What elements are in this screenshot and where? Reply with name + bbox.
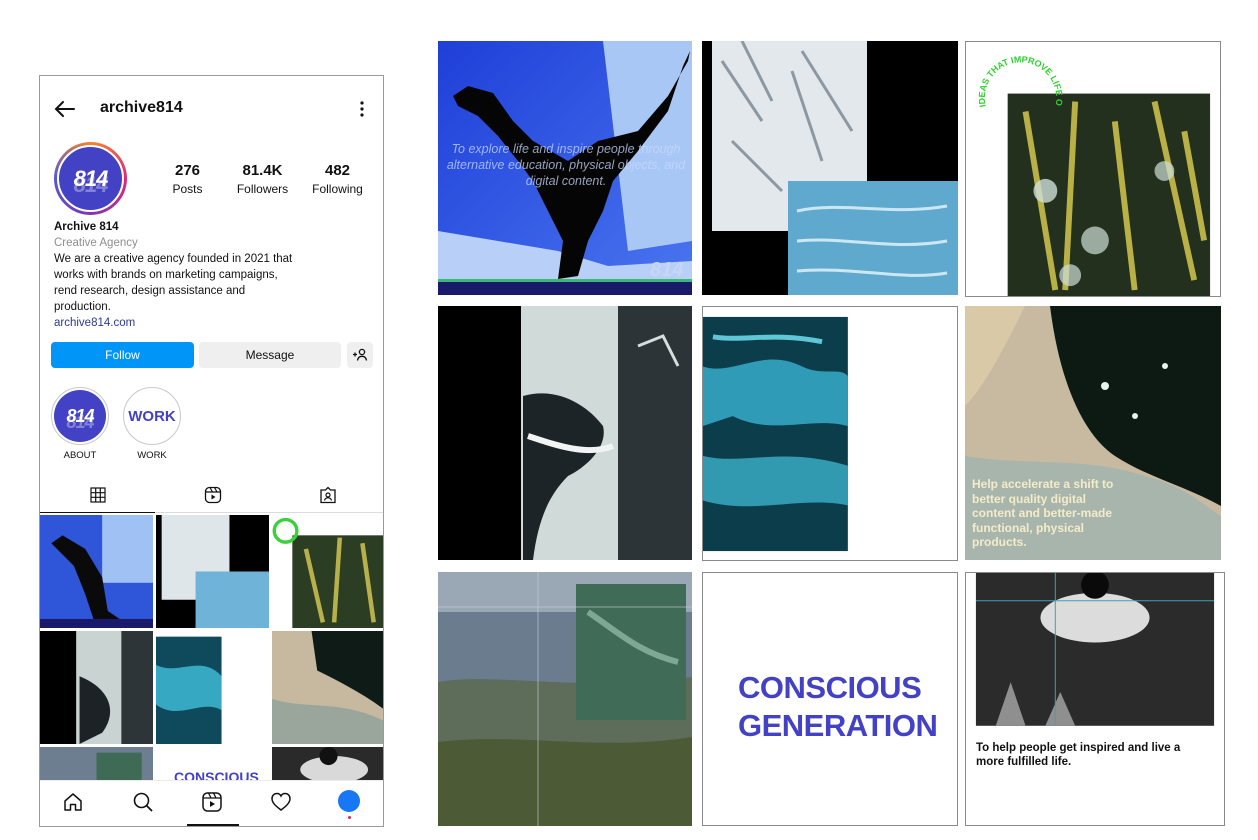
post-1[interactable]: 814 To explore life and inspire people t… xyxy=(438,41,692,295)
profile-username: archive814 xyxy=(100,99,183,116)
mini-conscious-text: CONSCIOUS xyxy=(174,769,259,780)
post-3[interactable]: IDEAS THAT IMPROVE LIFE ON EARTH • xyxy=(965,41,1221,297)
post-2-image xyxy=(702,41,958,295)
stat-value: 276 xyxy=(174,162,201,179)
tab-tagged[interactable] xyxy=(270,477,383,513)
add-person-icon xyxy=(353,348,368,361)
bottom-navigation xyxy=(40,780,383,826)
profile-link[interactable]: archive814.com xyxy=(54,315,294,331)
highlight-cover: 814 xyxy=(51,387,109,445)
post-1-logo: 814 xyxy=(650,259,683,281)
home-indicator xyxy=(187,824,239,826)
heart-icon[interactable] xyxy=(270,791,292,813)
highlight-logo-text: 814 xyxy=(66,405,94,426)
post-thumbnail[interactable] xyxy=(40,515,153,628)
stat-label: Following xyxy=(312,182,363,196)
more-options-icon[interactable] xyxy=(359,100,365,118)
post-6-caption: Help accelerate a shift to better qualit… xyxy=(972,477,1114,549)
highlight-cover: WORK xyxy=(123,387,181,445)
search-icon[interactable] xyxy=(132,791,154,813)
post-5[interactable] xyxy=(702,306,958,561)
post-2[interactable] xyxy=(702,41,958,295)
tab-reels[interactable] xyxy=(155,477,270,513)
highlight-label: WORK xyxy=(137,450,167,461)
stat-value: 81.4K xyxy=(242,162,283,179)
post-4-image xyxy=(438,306,692,560)
post-9-caption: To help people get inspired and live a m… xyxy=(976,742,1181,768)
posts-grid-preview: CONSCIOUS xyxy=(40,515,383,780)
phone-mockup: archive814 814 276 Posts 81.4K Followers… xyxy=(39,75,384,827)
grid-icon xyxy=(89,486,106,503)
notification-dot xyxy=(348,816,351,819)
post-8-line-2: GENERATION xyxy=(738,708,938,743)
home-icon[interactable] xyxy=(62,791,84,813)
reels-icon xyxy=(204,486,221,504)
stat-value: 482 xyxy=(324,162,351,179)
profile-tabs xyxy=(40,477,383,513)
profile-header: archive814 xyxy=(40,92,383,126)
post-thumbnail[interactable] xyxy=(40,631,153,744)
tab-grid[interactable] xyxy=(40,477,155,513)
post-7[interactable] xyxy=(438,572,692,826)
stat-label: Posts xyxy=(172,182,203,196)
follow-button[interactable]: Follow xyxy=(51,342,194,368)
post-9-image xyxy=(966,573,1224,825)
stat-label: Followers xyxy=(236,182,289,196)
highlight-work-text: WORK xyxy=(128,407,176,425)
post-thumbnail[interactable] xyxy=(272,631,383,744)
post-6[interactable]: Help accelerate a shift to better qualit… xyxy=(965,306,1221,560)
back-arrow-icon[interactable] xyxy=(54,100,76,118)
profile-category: Creative Agency xyxy=(54,237,138,249)
post-8-headline: CONSCIOUS GENERATION xyxy=(738,669,938,745)
post-thumbnail[interactable]: CONSCIOUS xyxy=(156,747,269,780)
stat-posts[interactable]: 276 Posts xyxy=(150,162,225,196)
post-thumbnail[interactable] xyxy=(272,747,383,780)
avatar[interactable]: 814 xyxy=(54,142,127,215)
highlight-label: ABOUT xyxy=(63,450,97,461)
reels-nav-icon[interactable] xyxy=(201,791,223,813)
stat-followers[interactable]: 81.4K Followers xyxy=(225,162,300,196)
bio-text: We are a creative agency founded in 2021… xyxy=(54,253,293,313)
post-thumbnail[interactable] xyxy=(272,515,383,628)
post-7-image xyxy=(438,572,692,826)
post-thumbnail[interactable] xyxy=(156,515,269,628)
profile-stats: 276 Posts 81.4K Followers 482 Following xyxy=(150,162,375,196)
post-1-caption: To explore life and inspire people throu… xyxy=(446,142,686,188)
avatar-logo-text: 814 xyxy=(73,165,109,191)
profile-name: Archive 814 xyxy=(54,221,119,233)
post-thumbnail[interactable] xyxy=(40,747,153,780)
post-8[interactable]: CONSCIOUS GENERATION xyxy=(702,572,958,826)
highlight-about[interactable]: 814 ABOUT xyxy=(51,387,109,461)
post-5-image xyxy=(703,307,957,560)
post-3-image: IDEAS THAT IMPROVE LIFE ON EARTH • xyxy=(966,42,1220,296)
suggested-accounts-button[interactable] xyxy=(347,342,373,368)
highlight-work[interactable]: WORK WORK xyxy=(123,387,181,461)
post-8-line-1: CONSCIOUS xyxy=(738,670,922,705)
tagged-icon xyxy=(319,486,336,504)
post-thumbnail[interactable] xyxy=(156,631,269,744)
post-9[interactable]: To help people get inspired and live a m… xyxy=(965,572,1225,826)
profile-nav-avatar[interactable] xyxy=(338,790,360,812)
profile-bio: Archive 814 Creative Agency We are a cre… xyxy=(54,219,294,331)
stat-following[interactable]: 482 Following xyxy=(300,162,375,196)
message-button[interactable]: Message xyxy=(199,342,341,368)
post-4[interactable] xyxy=(438,306,692,560)
